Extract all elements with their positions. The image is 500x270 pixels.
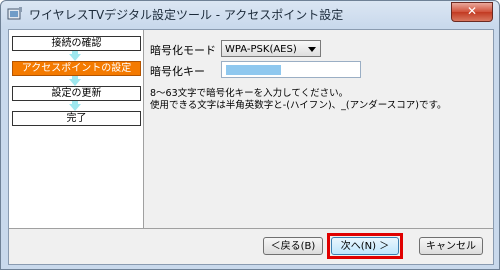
step-complete: 完了 <box>12 111 141 126</box>
footer-divider <box>9 228 493 229</box>
chevron-down-icon <box>308 47 316 52</box>
title-bar[interactable]: ワイヤレスTVデジタル設定ツール - アクセスポイント設定 ✕ <box>1 1 499 27</box>
encryption-mode-label: 暗号化モード <box>150 44 216 57</box>
step-arrow-icon <box>69 104 81 111</box>
key-instructions-line1: 8～63文字で暗号化キーを入力してください。 <box>150 88 349 99</box>
cancel-button[interactable]: キャンセル <box>419 237 483 255</box>
next-button-highlight <box>327 233 403 259</box>
back-button[interactable]: ＜戻る(B) <box>263 237 323 255</box>
encryption-mode-value: WPA-PSK(AES) <box>225 44 297 55</box>
encryption-key-input[interactable] <box>221 61 361 78</box>
step-access-point-settings: アクセスポイントの設定 <box>12 61 141 76</box>
redacted-key-mask <box>226 65 281 75</box>
close-button[interactable]: ✕ <box>451 2 493 22</box>
encryption-key-label: 暗号化キー <box>150 65 205 78</box>
key-instructions: 8～63文字で暗号化キーを入力してください。 使用できる文字は半角英数字と-(ハ… <box>150 88 447 112</box>
key-instructions-line2: 使用できる文字は半角英数字と-(ハイフン)、_(アンダースコア)です。 <box>150 100 447 111</box>
step-arrow-icon <box>69 79 81 86</box>
step-connection-check: 接続の確認 <box>12 36 141 51</box>
app-icon <box>7 7 22 20</box>
close-icon: ✕ <box>466 4 478 18</box>
dialog-window: ワイヤレスTVデジタル設定ツール - アクセスポイント設定 ✕ 接続の確認 アク… <box>0 0 500 270</box>
dialog-client-area: 接続の確認 アクセスポイントの設定 設定の更新 完了 暗号化モード WPA-PS… <box>8 29 494 265</box>
step-arrow-icon <box>69 54 81 61</box>
encryption-mode-select[interactable]: WPA-PSK(AES) <box>221 40 321 57</box>
window-title: ワイヤレスTVデジタル設定ツール - アクセスポイント設定 <box>29 8 344 22</box>
wizard-steps-panel: 接続の確認 アクセスポイントの設定 設定の更新 完了 <box>9 30 144 228</box>
step-update-settings: 設定の更新 <box>12 86 141 101</box>
